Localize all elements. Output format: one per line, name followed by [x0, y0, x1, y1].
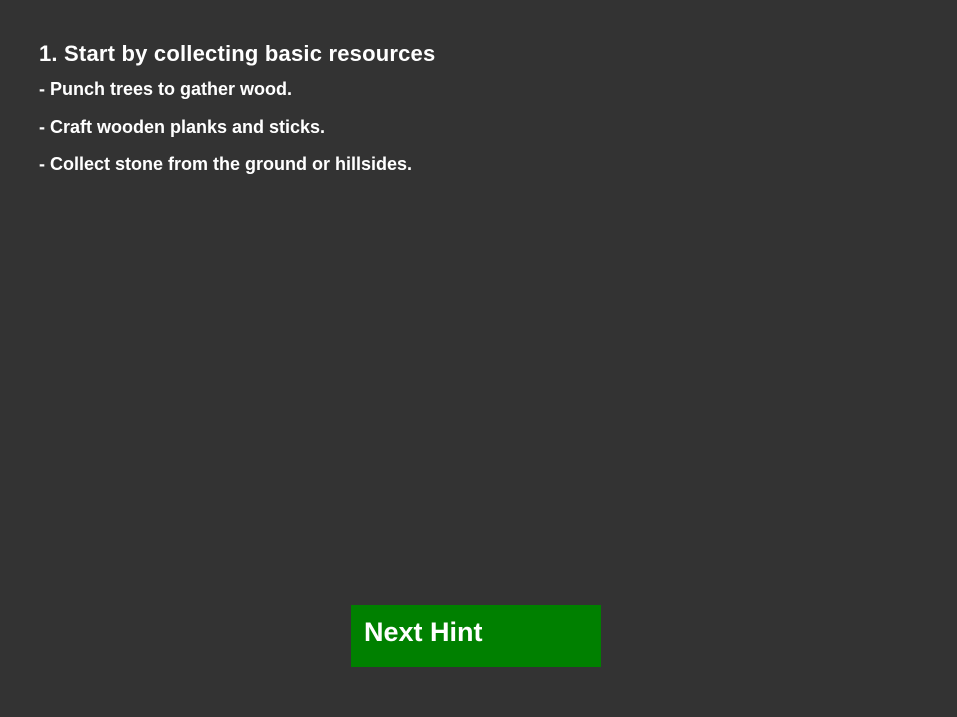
hint-step: - Punch trees to gather wood.	[39, 79, 293, 99]
next-hint-button[interactable]: Next Hint	[351, 605, 601, 667]
hint-step: - Craft wooden planks and sticks.	[39, 116, 326, 137]
hint-panel: 1. Start by collecting basic resources -…	[0, 0, 957, 717]
hint-title: 1. Start by collecting basic resources	[39, 41, 436, 66]
hint-step: - Collect stone from the ground or hills…	[39, 154, 413, 174]
hint-steps-list: - Punch trees to gather wood. - Craft wo…	[39, 78, 412, 191]
